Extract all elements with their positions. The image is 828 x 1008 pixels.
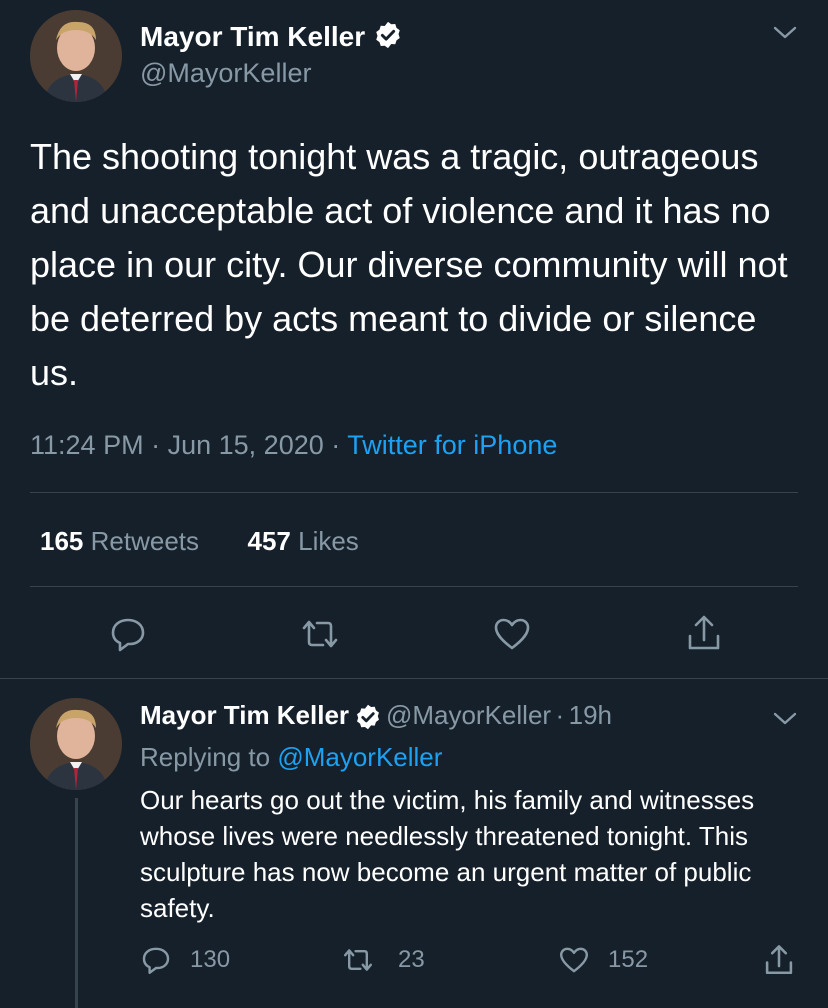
- thread-line: [75, 798, 78, 1008]
- retweets-label: Retweets: [90, 526, 200, 556]
- reply-chevron-down-icon[interactable]: [772, 710, 798, 733]
- like-count: 152: [608, 946, 649, 973]
- replying-to-mention[interactable]: @MayorKeller: [277, 742, 442, 772]
- reply-author-handle[interactable]: @MayorKeller: [386, 700, 551, 730]
- reply-author-avatar[interactable]: [30, 698, 122, 790]
- tweet-time: 11:24 PM: [30, 430, 144, 460]
- share-icon[interactable]: [762, 942, 796, 978]
- tweet-date: Jun 15, 2020: [167, 430, 324, 460]
- author-name-text[interactable]: Mayor Tim Keller: [140, 21, 365, 52]
- likes-label: Likes: [298, 526, 359, 556]
- reply-header: Mayor Tim Keller @MayorKeller · 19h: [140, 700, 612, 736]
- retweets-count: 165: [40, 526, 84, 556]
- retweet-count: 23: [398, 946, 425, 973]
- replying-to: Replying to @MayorKeller: [140, 742, 442, 773]
- retweet-icon[interactable]: [298, 614, 342, 654]
- tweet-source-link[interactable]: Twitter for iPhone: [347, 430, 557, 460]
- reply-author-name[interactable]: Mayor Tim Keller: [140, 700, 349, 730]
- meta-separator: ·: [151, 430, 161, 460]
- verified-badge-icon: [373, 20, 403, 57]
- like-icon: [558, 944, 590, 976]
- retweets-stat[interactable]: 165 Retweets: [40, 526, 206, 556]
- reply-separator: ·: [555, 700, 565, 730]
- divider-bottom: [30, 586, 798, 587]
- tweet-text: The shooting tonight was a tragic, outra…: [30, 136, 788, 393]
- likes-stat[interactable]: 457 Likes: [247, 526, 358, 556]
- likes-count: 457: [247, 526, 291, 556]
- section-divider: [0, 678, 828, 679]
- reply-count: 130: [190, 946, 231, 973]
- chevron-down-icon[interactable]: [772, 24, 798, 47]
- reply-action-like[interactable]: 152: [558, 944, 648, 976]
- reply-icon: [140, 944, 172, 976]
- retweet-icon: [340, 944, 376, 976]
- verified-badge-icon: [354, 703, 382, 736]
- tweet-stats: 165 Retweets 457 Likes: [40, 526, 359, 557]
- share-icon[interactable]: [684, 612, 724, 654]
- like-icon[interactable]: [492, 614, 532, 654]
- author-name[interactable]: Mayor Tim Keller: [140, 20, 403, 57]
- tweet-metadata: 11:24 PM · Jun 15, 2020 · Twitter for iP…: [30, 430, 557, 461]
- reply-text: Our hearts go out the victim, his family…: [140, 785, 755, 923]
- meta-separator: ·: [331, 430, 341, 460]
- replying-to-prefix: Replying to: [140, 742, 271, 772]
- reply-icon[interactable]: [108, 614, 148, 654]
- reply-age[interactable]: 19h: [569, 700, 612, 730]
- reply-action-retweet[interactable]: 23: [340, 944, 425, 976]
- divider-top: [30, 492, 798, 493]
- author-handle[interactable]: @MayorKeller: [140, 58, 311, 89]
- reply-action-reply[interactable]: 130: [140, 944, 230, 976]
- author-avatar[interactable]: [30, 10, 122, 102]
